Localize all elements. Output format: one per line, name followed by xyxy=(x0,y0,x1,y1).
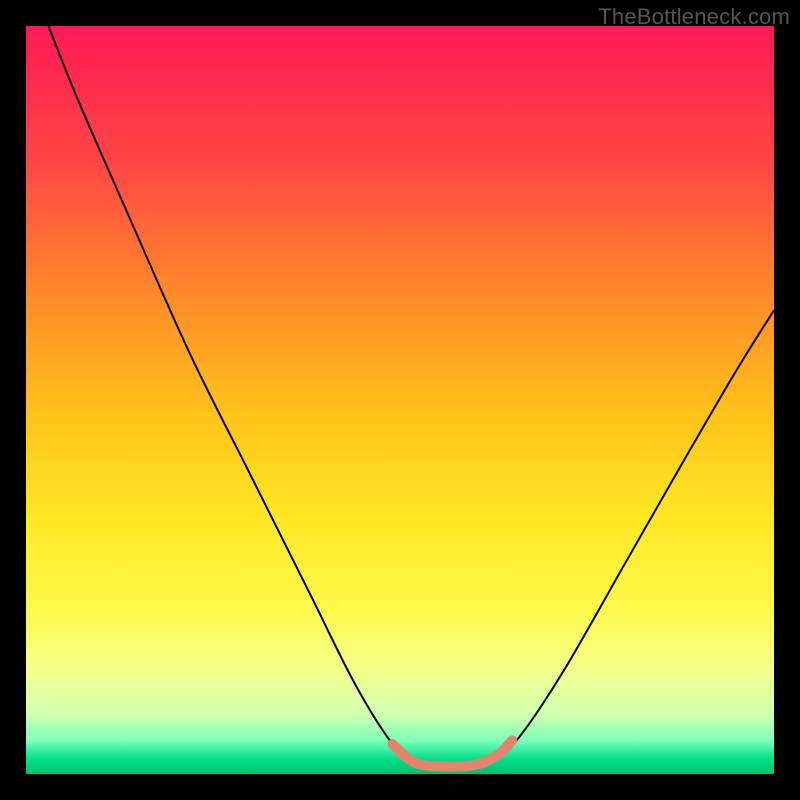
bottleneck-chart xyxy=(26,26,774,774)
chart-stage: TheBottleneck.com xyxy=(0,0,800,800)
watermark-text: TheBottleneck.com xyxy=(598,4,790,30)
gradient-background xyxy=(26,26,774,774)
chart-plot-area xyxy=(26,26,774,774)
